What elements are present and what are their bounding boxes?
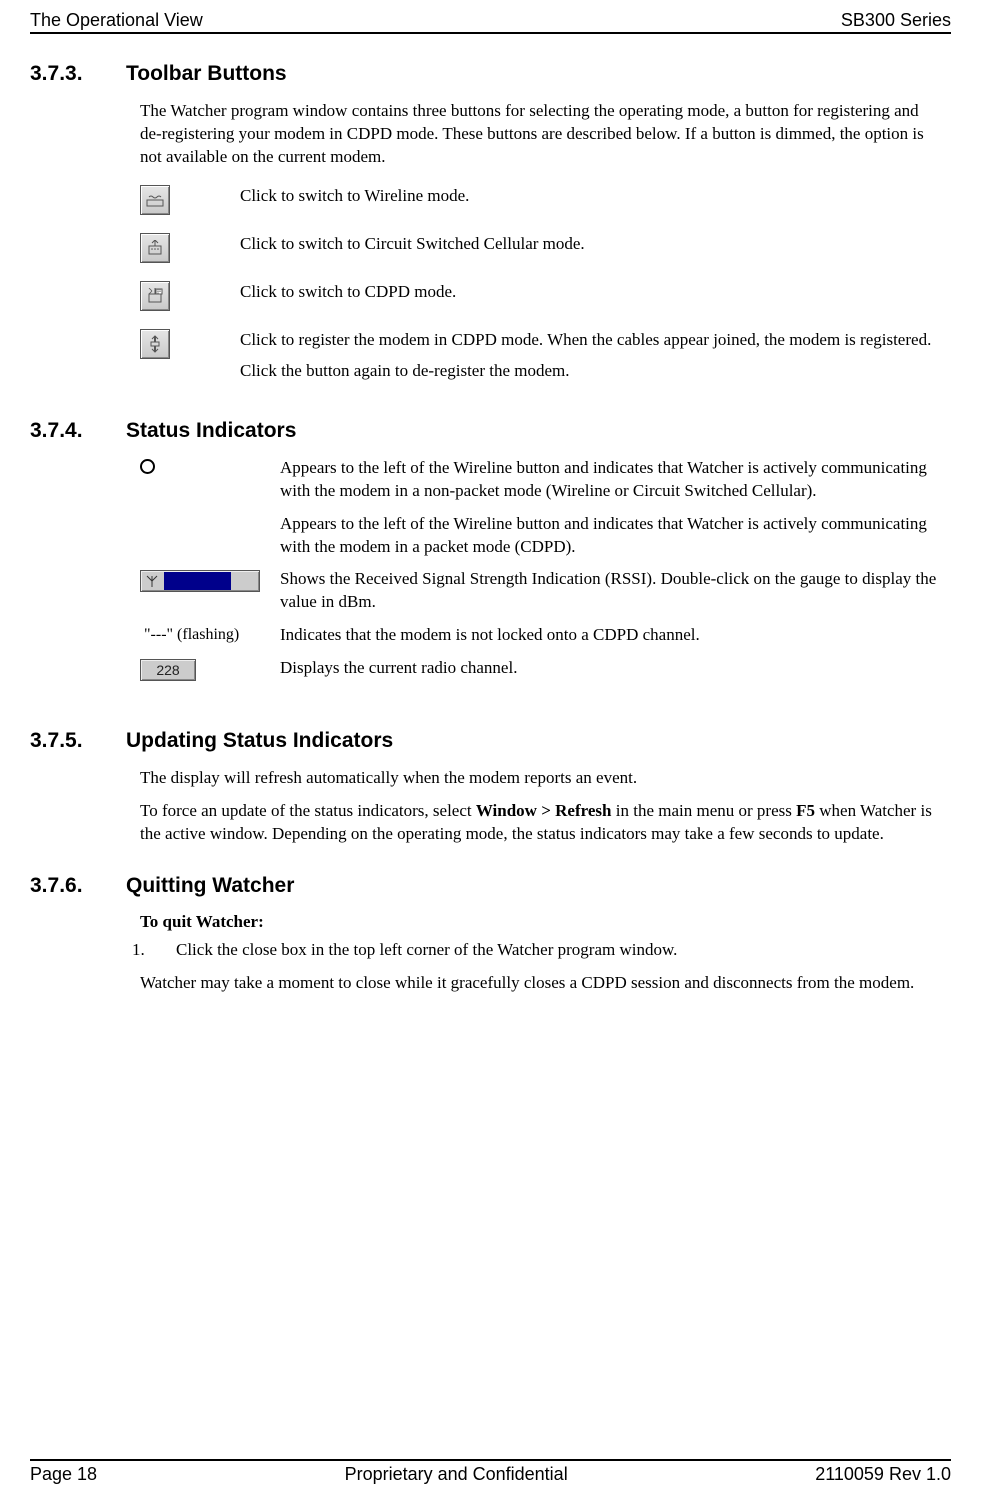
heading-3-7-6: 3.7.6. Quitting Watcher [30,874,951,898]
toolbar-row-register: Click to register the modem in CDPD mode… [140,329,951,391]
toolbar-row-wireline: Click to switch to Wireline mode. [140,185,951,215]
icon-cell [140,185,240,215]
heading-3-7-4: 3.7.4. Status Indicators [30,419,951,443]
heading-num: 3.7.6. [30,874,126,898]
status-row-packet: Appears to the left of the Wireline butt… [140,513,951,559]
footer-right: 2110059 Rev 1.0 [815,1464,951,1485]
rssi-fill [164,572,231,590]
heading-num: 3.7.4. [30,419,126,443]
circle-icon [140,459,155,474]
status-row-circle: Appears to the left of the Wireline butt… [140,457,951,503]
header-right: SB300 Series [841,10,951,31]
wireline-icon [140,185,170,215]
rssi-gauge [140,570,260,592]
footer-left: Page 18 [30,1464,97,1485]
heading-3-7-5: 3.7.5. Updating Status Indicators [30,729,951,753]
intro-3-7-3: The Watcher program window contains thre… [140,100,951,169]
csc-icon [140,233,170,263]
status-indicators-table: Appears to the left of the Wireline butt… [140,457,951,682]
menu-path: Window > Refresh [476,801,612,820]
status-desc: Displays the current radio channel. [280,657,951,680]
heading-title: Quitting Watcher [126,874,294,898]
status-icon-cell [140,568,280,593]
icon-cell [140,233,240,263]
toolbar-row-cdpd: Click to switch to CDPD mode. [140,281,951,311]
desc: Click to switch to CDPD mode. [240,281,951,304]
status-desc: Shows the Received Signal Strength Indic… [280,568,951,614]
icon-cell [140,329,240,359]
status-row-rssi: Shows the Received Signal Strength Indic… [140,568,951,614]
step-text: Click the close box in the top left corn… [176,940,677,959]
status-icon-cell: "---" (flashing) [140,624,280,644]
status-desc: Indicates that the modem is not locked o… [280,624,951,647]
desc: Click to switch to Wireline mode. [240,185,951,208]
channel-display: 228 [140,659,196,681]
toolbar-row-csc: Click to switch to Circuit Switched Cell… [140,233,951,263]
flashing-label: "---" (flashing) [140,626,239,643]
status-desc: Appears to the left of the Wireline butt… [280,513,951,559]
toolbar-buttons-table: Click to switch to Wireline mode. Click … [140,185,951,391]
p-376-1: Watcher may take a moment to close while… [140,972,951,995]
heading-title: Status Indicators [126,419,296,443]
text: To force an update of the status indicat… [140,801,476,820]
step-1: 1.Click the close box in the top left co… [140,938,951,962]
register-icon [140,329,170,359]
subhead-quit: To quit Watcher: [140,912,951,932]
step-num: 1. [154,938,176,962]
status-icon-cell: 228 [140,657,280,681]
heading-3-7-3: 3.7.3. Toolbar Buttons [30,62,951,86]
p-375-2: To force an update of the status indicat… [140,800,951,846]
page-header: The Operational View SB300 Series [30,0,951,34]
key-f5: F5 [796,801,815,820]
status-row-flashing: "---" (flashing) Indicates that the mode… [140,624,951,647]
icon-cell [140,281,240,311]
desc-line: Click to register the modem in CDPD mode… [240,329,941,352]
footer-center: Proprietary and Confidential [345,1464,568,1485]
status-icon-cell [140,513,280,515]
text: in the main menu or press [612,801,797,820]
header-left: The Operational View [30,10,203,31]
heading-num: 3.7.5. [30,729,126,753]
status-icon-cell [140,457,280,479]
desc: Click to register the modem in CDPD mode… [240,329,951,391]
heading-title: Updating Status Indicators [126,729,393,753]
heading-title: Toolbar Buttons [126,62,287,86]
status-desc: Appears to the left of the Wireline butt… [280,457,951,503]
desc-line2: Click the button again to de-register th… [240,360,941,383]
status-row-channel: 228 Displays the current radio channel. [140,657,951,681]
cdpd-icon [140,281,170,311]
antenna-icon [141,571,163,591]
desc: Click to switch to Circuit Switched Cell… [240,233,951,256]
page-footer: Page 18 Proprietary and Confidential 211… [30,1459,951,1485]
p-375-1: The display will refresh automatically w… [140,767,951,790]
heading-num: 3.7.3. [30,62,126,86]
